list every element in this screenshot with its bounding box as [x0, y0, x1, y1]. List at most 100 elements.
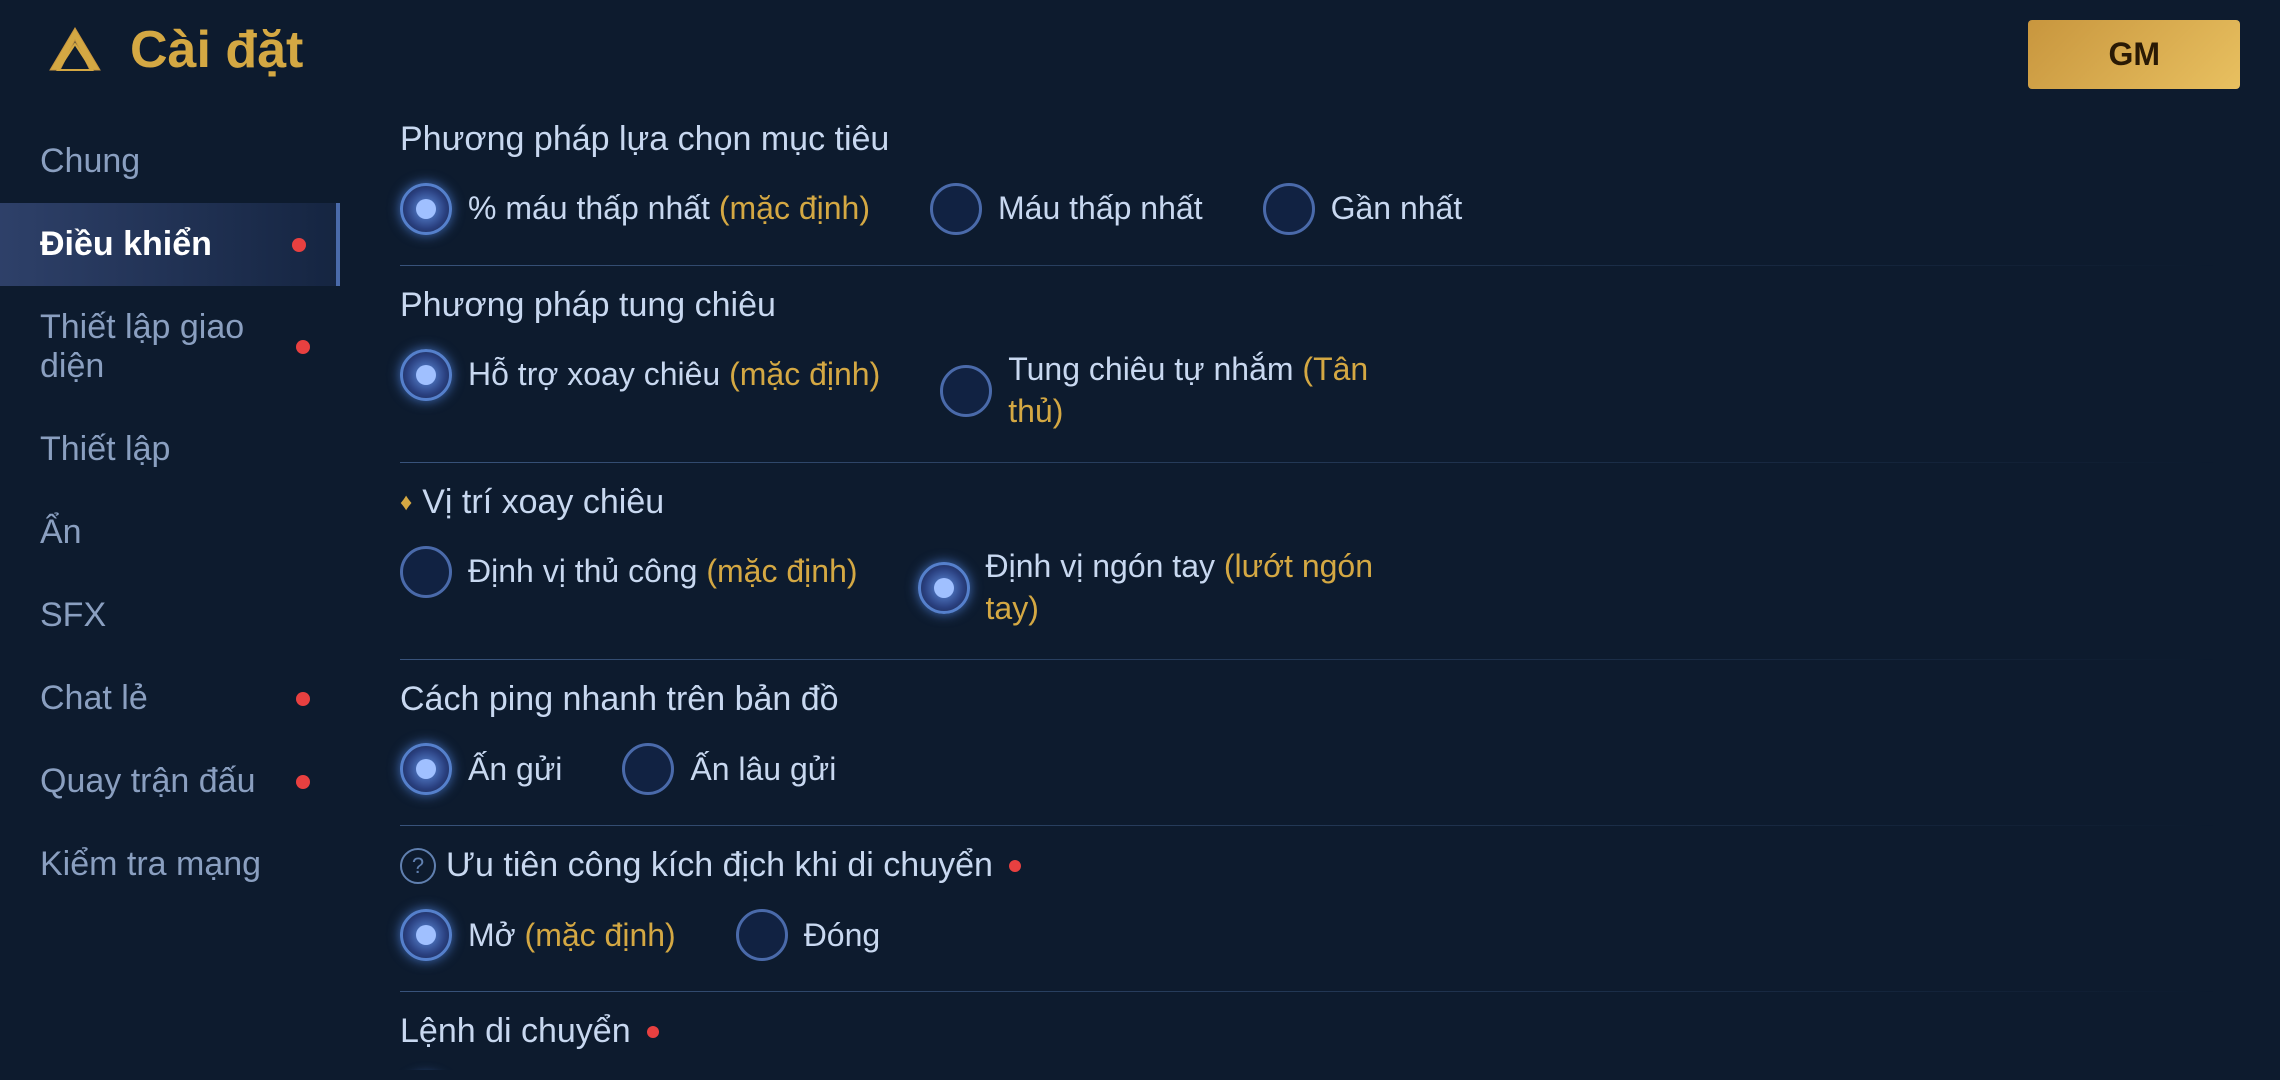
section-title-text: Cách ping nhanh trên bản đồ [400, 680, 839, 719]
sidebar-item-thiet-lap[interactable]: Thiết lập [0, 408, 340, 491]
sidebar: Chung Điều khiển Thiết lập giao diện Thiết … [0, 100, 340, 1070]
radio-mau-thap-nhat[interactable] [930, 183, 982, 235]
default-text: (mặc định) [719, 190, 870, 226]
section-uu-tien-cong-kich: ? Ưu tiên công kích địch khi di chuyển Mở … [400, 846, 2220, 961]
option-tung-chieu-tu-nham[interactable]: Tung chiêu tự nhắm (Tân thủ) [940, 349, 1428, 432]
notification-dot [296, 775, 310, 789]
section-title-cach-ping-nhanh: Cách ping nhanh trên bản đồ [400, 680, 2220, 719]
radio-phan-tram-mau[interactable] [400, 183, 452, 235]
option-dinh-vi-thu-cong[interactable]: Định vị thủ công (mặc định) [400, 546, 858, 598]
option-label-phan-tram-mau: % máu thấp nhất (mặc định) [468, 188, 870, 230]
section-title-phuong-phap-tung-chieu: Phương pháp tung chiêu [400, 286, 2220, 325]
options-row-phuong-phap-tung-chieu: Hỗ trợ xoay chiêu (mặc định) Tung chiêu t… [400, 349, 2220, 432]
sidebar-item-sfx[interactable]: SFX [0, 574, 340, 657]
main-container: Chung Điều khiển Thiết lập giao diện Thiết … [0, 100, 2280, 1070]
sidebar-item-label: Kiểm tra mạng [40, 845, 261, 883]
default-text: (mặc định) [525, 917, 676, 953]
option-label-gan-nhat: Gần nhất [1331, 188, 1463, 230]
option-label-dinh-vi-ngon-tay: Định vị ngón tay (lướt ngón tay) [986, 546, 1406, 629]
help-icon[interactable]: ? [400, 848, 436, 884]
divider [400, 991, 2220, 992]
divider [400, 825, 2220, 826]
option-an-gui[interactable]: Ấn gửi [400, 743, 562, 795]
radio-ho-tro-xoay[interactable] [400, 349, 452, 401]
sidebar-item-label: SFX [40, 596, 106, 634]
sidebar-item-dieu-khien[interactable]: Điều khiển [0, 203, 340, 286]
section-phuong-phap-lua-chon: Phương pháp lựa chọn mục tiêu % máu thấp … [400, 120, 2220, 235]
radio-gan-nhat[interactable] [1263, 183, 1315, 235]
section-phuong-phap-tung-chieu: Phương pháp tung chiêu Hỗ trợ xoay chiêu … [400, 286, 2220, 432]
notification-dot [292, 238, 306, 252]
radio-dinh-vi-ngon-tay[interactable] [918, 562, 970, 614]
section-title-text: Ưu tiên công kích địch khi di chuyển [446, 846, 993, 885]
radio-dong[interactable] [736, 909, 788, 961]
option-dong[interactable]: Đóng [736, 909, 881, 961]
option-phan-tram-mau[interactable]: % máu thấp nhất (mặc định) [400, 183, 870, 235]
radio-mo-mac-dinh[interactable] [400, 909, 452, 961]
sidebar-item-label: Thiết lập giao diện [40, 308, 244, 385]
sidebar-item-label: Chat lẻ [40, 679, 148, 717]
default-text: (mặc định) [729, 356, 880, 392]
sidebar-item-label: Chung [40, 142, 140, 180]
notification-dot [296, 340, 310, 354]
section-title-uu-tien-cong-kich: ? Ưu tiên công kích địch khi di chuyển [400, 846, 2220, 885]
section-title-lenh-di-chuyen: Lệnh di chuyển [400, 1012, 2220, 1051]
option-label-tung-chieu-tu-nham: Tung chiêu tự nhắm (Tân thủ) [1008, 349, 1428, 432]
option-ho-tro-xoay[interactable]: Hỗ trợ xoay chiêu (mặc định) [400, 349, 880, 401]
header: Cài đặt GM [0, 0, 2280, 100]
option-an-lau-gui[interactable]: Ấn lâu gửi [622, 743, 836, 795]
options-row-cach-ping-nhanh: Ấn gửi Ấn lâu gửi [400, 743, 2220, 795]
options-row-uu-tien-cong-kich: Mở (mặc định) Đóng [400, 909, 2220, 961]
diamond-icon: ♦ [400, 489, 412, 517]
option-label-ho-tro-xoay: Hỗ trợ xoay chiêu (mặc định) [468, 354, 880, 396]
section-title-text: Vị trí xoay chiêu [422, 483, 664, 522]
sidebar-item-an[interactable]: Ẩn [0, 491, 340, 574]
logo-icon [40, 20, 110, 80]
page-title: Cài đặt [130, 20, 303, 80]
divider [400, 659, 2220, 660]
divider [400, 265, 2220, 266]
option-dinh-vi-ngon-tay[interactable]: Định vị ngón tay (lướt ngón tay) [918, 546, 1406, 629]
notification-dot [296, 692, 310, 706]
option-gan-nhat[interactable]: Gần nhất [1263, 183, 1463, 235]
content-area: Phương pháp lựa chọn mục tiêu % máu thấp … [340, 100, 2280, 1070]
option-mau-thap-nhat[interactable]: Máu thấp nhất [930, 183, 1203, 235]
section-title-text: Phương pháp lựa chọn mục tiêu [400, 120, 889, 159]
option-label-an-gui: Ấn gửi [468, 749, 562, 791]
section-title-text: Phương pháp tung chiêu [400, 286, 776, 325]
option-label-an-lau-gui: Ấn lâu gửi [690, 749, 836, 791]
options-row-vi-tri-xoay-chieu: Định vị thủ công (mặc định) Định vị ngón … [400, 546, 2220, 629]
section-red-dot [1009, 860, 1021, 872]
sidebar-item-chung[interactable]: Chung [0, 120, 340, 203]
options-row-phuong-phap-lua-chon: % máu thấp nhất (mặc định) Máu thấp nhất G… [400, 183, 2220, 235]
sidebar-item-quay-tran-dau[interactable]: Quay trận đấu [0, 740, 340, 823]
section-title-vi-tri-xoay-chieu: ♦ Vị trí xoay chiêu [400, 483, 2220, 522]
default-text: (lướt ngón tay) [986, 548, 1374, 626]
sidebar-item-thiet-lap-giao-dien[interactable]: Thiết lập giao diện [0, 286, 340, 408]
sidebar-item-label: Thiết lập [40, 430, 170, 468]
option-label-dinh-vi-thu-cong: Định vị thủ công (mặc định) [468, 551, 858, 593]
option-label-mau-thap-nhat: Máu thấp nhất [998, 188, 1203, 230]
option-label-mo-mac-dinh: Mở (mặc định) [468, 915, 676, 957]
sidebar-item-kiem-tra-mang[interactable]: Kiểm tra mạng [0, 823, 340, 906]
gm-button[interactable]: GM [2028, 20, 2240, 89]
section-red-dot [647, 1026, 659, 1038]
radio-dinh-vi-thu-cong[interactable] [400, 546, 452, 598]
section-vi-tri-xoay-chieu: ♦ Vị trí xoay chiêu Định vị thủ công (mặc … [400, 483, 2220, 629]
option-mo-mac-dinh[interactable]: Mở (mặc định) [400, 909, 676, 961]
section-title-text: Lệnh di chuyển [400, 1012, 631, 1051]
default-text: (Tân thủ) [1008, 351, 1368, 429]
section-lenh-di-chuyen: Lệnh di chuyểnKhông theo (mặc định)Theo [400, 1012, 2220, 1070]
divider [400, 462, 2220, 463]
section-cach-ping-nhanh: Cách ping nhanh trên bản đồ Ấn gửi Ấn lâu … [400, 680, 2220, 795]
section-title-phuong-phap-lua-chon: Phương pháp lựa chọn mục tiêu [400, 120, 2220, 159]
radio-an-lau-gui[interactable] [622, 743, 674, 795]
radio-tung-chieu-tu-nham[interactable] [940, 365, 992, 417]
radio-an-gui[interactable] [400, 743, 452, 795]
sidebar-item-label: Quay trận đấu [40, 762, 255, 800]
sidebar-item-label: Ẩn [40, 513, 82, 551]
sidebar-item-chat-le[interactable]: Chat lẻ [0, 657, 340, 740]
option-label-dong: Đóng [804, 915, 881, 957]
sidebar-item-label: Điều khiển [40, 225, 212, 263]
default-text: (mặc định) [706, 553, 857, 589]
